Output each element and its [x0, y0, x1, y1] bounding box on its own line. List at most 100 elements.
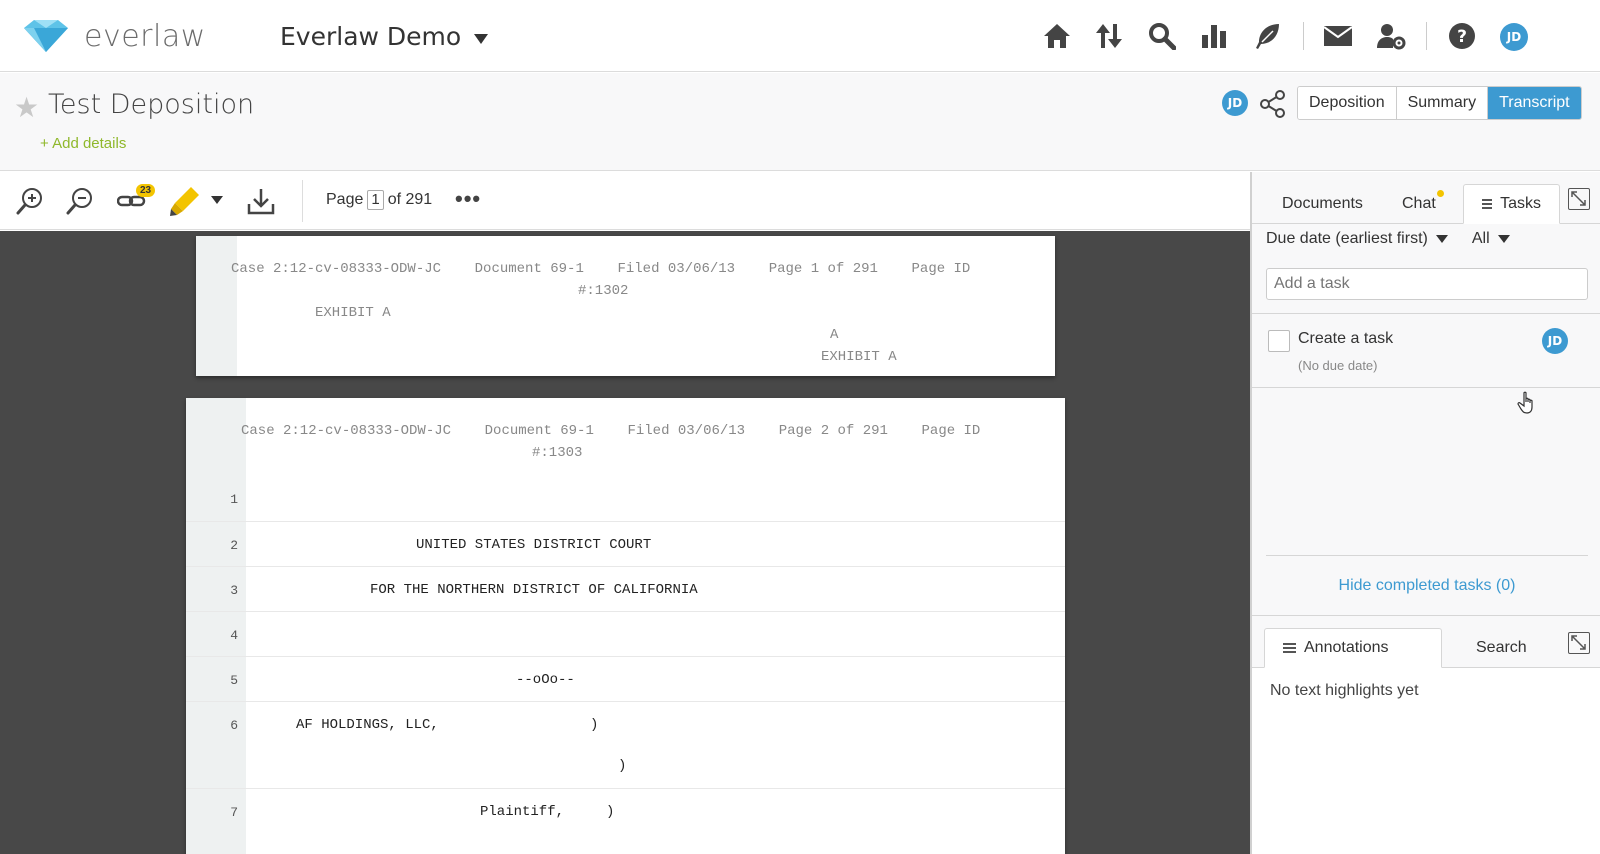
- exhibit-label: EXHIBIT A: [315, 305, 391, 321]
- unread-indicator: [1436, 190, 1444, 197]
- list-icon: [1482, 197, 1493, 211]
- more-options-icon[interactable]: •••: [455, 186, 481, 212]
- transcript-line[interactable]: 1: [186, 476, 1065, 521]
- filter-dropdown-icon[interactable]: [1497, 235, 1510, 243]
- transcript-line[interactable]: 2 UNITED STATES DISTRICT COURT: [186, 521, 1065, 566]
- transcript-line[interactable]: 3 FOR THE NORTHERN DISTRICT OF CALIFORNI…: [186, 566, 1065, 611]
- list-icon: [1283, 641, 1296, 655]
- viewer-toolbar: Page 1 of 291 •••: [0, 172, 1250, 230]
- page-header-id: #:1302: [578, 283, 629, 299]
- tab-chat[interactable]: Chat: [1384, 184, 1454, 224]
- share-icon[interactable]: [1258, 89, 1288, 124]
- empty-highlights-message: No text highlights yet: [1270, 682, 1419, 699]
- download-icon[interactable]: [244, 184, 278, 218]
- page-navigator: Page 1 of 291: [326, 190, 432, 210]
- owner-avatar[interactable]: JD: [1222, 90, 1248, 116]
- tab-documents[interactable]: Documents: [1264, 184, 1381, 224]
- home-icon[interactable]: [1041, 20, 1073, 52]
- line-text: Plaintiff, ): [480, 804, 615, 820]
- summary-view-button[interactable]: Summary: [1396, 87, 1489, 119]
- transcript-line[interactable]: 5 --oOo--: [186, 656, 1065, 701]
- filter-dropdown[interactable]: All: [1472, 230, 1490, 248]
- toolbar-separator: [302, 180, 303, 222]
- transcript-line[interactable]: 7 Plaintiff, ): [186, 788, 1065, 833]
- sort-dropdown[interactable]: Due date (earliest first): [1266, 230, 1428, 248]
- tab-annotations[interactable]: Annotations: [1264, 628, 1442, 668]
- transcript-line[interactable]: 4: [186, 611, 1065, 656]
- line-number: 1: [230, 492, 238, 507]
- search-icon[interactable]: [1146, 20, 1178, 52]
- diamond-logo-icon: [24, 20, 68, 52]
- task-name[interactable]: Create a task: [1298, 330, 1393, 348]
- view-switcher: Deposition Summary Transcript: [1297, 86, 1582, 120]
- zoom-out-icon[interactable]: [63, 184, 97, 218]
- divider: [1252, 313, 1600, 314]
- user-settings-icon[interactable]: [1375, 20, 1407, 52]
- task-sort-row: Due date (earliest first) All: [1266, 230, 1510, 248]
- transcript-view-button[interactable]: Transcript: [1488, 87, 1581, 119]
- tab-label: Tasks: [1500, 195, 1541, 212]
- page-header: Case 2:12-cv-08333-ODW-JC Document 69-1 …: [241, 423, 981, 439]
- panel-tabs: Documents Chat Tasks: [1252, 172, 1600, 224]
- line-number: 2: [230, 538, 238, 553]
- tab-label: Chat: [1402, 195, 1436, 212]
- sort-dropdown-icon[interactable]: [1435, 235, 1448, 243]
- tab-tasks[interactable]: Tasks: [1463, 184, 1560, 224]
- line-text: ): [618, 758, 627, 774]
- expand-icon[interactable]: [1568, 188, 1590, 210]
- page-header: Case 2:12-cv-08333-ODW-JC Document 69-1 …: [231, 261, 971, 277]
- help-icon[interactable]: ?: [1446, 20, 1478, 52]
- tab-label: Search: [1476, 639, 1527, 656]
- add-task-input[interactable]: [1266, 268, 1588, 300]
- line-text: FOR THE NORTHERN DISTRICT OF CALIFORNIA: [370, 582, 698, 598]
- right-side-panel: Documents Chat Tasks Due date (earliest …: [1250, 172, 1600, 854]
- transcript-page-2: Case 2:12-cv-08333-ODW-JC Document 69-1 …: [186, 398, 1065, 854]
- transcript-page-1: Case 2:12-cv-08333-ODW-JC Document 69-1 …: [196, 236, 1055, 376]
- line-number: 6: [230, 718, 238, 733]
- document-title-bar: ★ Test Deposition + Add details JD Depos…: [0, 73, 1600, 171]
- tab-label: Annotations: [1304, 639, 1389, 656]
- tab-label: Documents: [1282, 195, 1363, 212]
- line-number: 7: [230, 805, 238, 820]
- task-assignee-avatar[interactable]: JD: [1542, 328, 1568, 354]
- hide-completed-tasks-link[interactable]: Hide completed tasks (0): [1252, 577, 1600, 595]
- page-label: Page: [326, 191, 364, 208]
- feather-icon[interactable]: [1251, 20, 1283, 52]
- hand-cursor-icon: [1517, 391, 1539, 420]
- divider: [1266, 555, 1588, 556]
- mail-icon[interactable]: [1322, 20, 1354, 52]
- highlighter-dropdown-icon[interactable]: [211, 196, 223, 204]
- page-number-input[interactable]: 1: [367, 190, 384, 210]
- project-dropdown-icon[interactable]: [474, 34, 488, 44]
- transcript-line[interactable]: 6 AF HOLDINGS, LLC, ): [186, 701, 1065, 746]
- upload-download-icon[interactable]: [1093, 20, 1125, 52]
- annotation-tabs: Annotations Search: [1252, 616, 1600, 668]
- line-number: 3: [230, 583, 238, 598]
- nav-separator: [1426, 22, 1427, 50]
- project-name[interactable]: Everlaw Demo: [280, 22, 461, 51]
- line-text: --oOo--: [516, 672, 575, 688]
- transcript-line[interactable]: ): [186, 746, 1065, 791]
- expand-icon[interactable]: [1568, 632, 1590, 654]
- task-due-date: (No due date): [1298, 358, 1378, 373]
- everlaw-logo[interactable]: everlaw: [22, 18, 206, 54]
- exhibit-label: EXHIBIT A: [821, 349, 897, 365]
- link-count-badge: 23: [136, 184, 156, 197]
- nav-separator: [1303, 22, 1304, 50]
- zoom-in-icon[interactable]: [13, 184, 47, 218]
- user-avatar[interactable]: JD: [1500, 23, 1528, 51]
- analytics-icon[interactable]: [1198, 20, 1230, 52]
- line-number: 5: [230, 673, 238, 688]
- line-text: AF HOLDINGS, LLC, ): [296, 717, 599, 733]
- divider: [1252, 387, 1600, 388]
- page-gutter: [196, 236, 237, 376]
- add-details-link[interactable]: + Add details: [40, 135, 126, 152]
- star-icon[interactable]: ★: [14, 91, 39, 124]
- highlighter-icon[interactable]: [168, 184, 202, 218]
- tab-search[interactable]: Search: [1458, 628, 1545, 668]
- page-total: of 291: [387, 191, 433, 208]
- document-viewer[interactable]: Case 2:12-cv-08333-ODW-JC Document 69-1 …: [0, 231, 1250, 854]
- deposition-view-button[interactable]: Deposition: [1298, 87, 1397, 119]
- task-checkbox[interactable]: [1268, 330, 1290, 352]
- exhibit-letter: A: [830, 327, 839, 343]
